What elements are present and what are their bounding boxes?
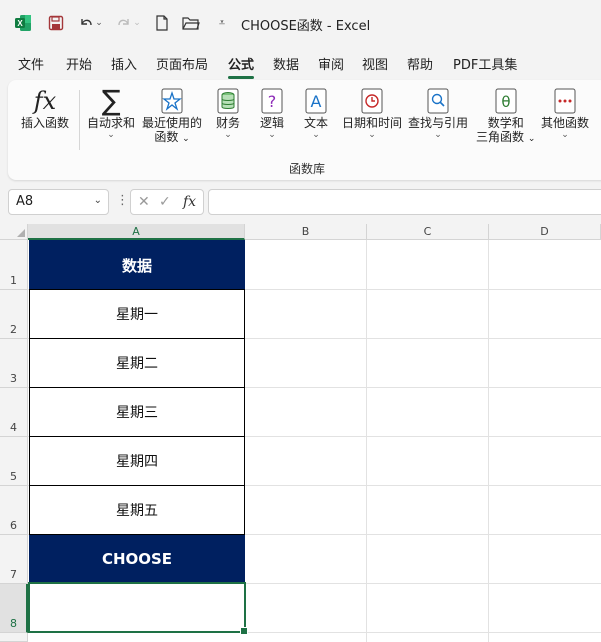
svg-text:θ: θ — [501, 93, 510, 111]
name-box[interactable]: A8 ⌄ — [8, 189, 109, 215]
select-all-button[interactable] — [0, 224, 28, 240]
svg-text:X: X — [17, 19, 23, 28]
tab-page-layout[interactable]: 页面布局 — [156, 54, 208, 73]
row-header-3[interactable]: 3 — [0, 339, 28, 388]
insert-function-button[interactable]: fx 插入函数 — [21, 86, 69, 130]
tab-formulas[interactable]: 公式 — [228, 54, 255, 79]
window-title: CHOOSE函数 - Excel — [241, 19, 371, 34]
column-header-a[interactable]: A — [28, 224, 245, 240]
text-button[interactable]: A 文本 ⌄ — [304, 86, 328, 140]
row-header-1[interactable]: 1 — [0, 240, 28, 290]
chevron-down-icon: ⌄ — [224, 130, 232, 140]
math-trig-button[interactable]: θ 数学和 三角函数 ⌄ — [476, 86, 535, 146]
cell-a4[interactable]: 星期三 — [29, 387, 245, 437]
cell-a5[interactable]: 星期四 — [29, 436, 245, 486]
coins-icon — [217, 86, 239, 116]
formula-input[interactable] — [208, 189, 601, 215]
question-icon: ? — [261, 86, 283, 116]
enter-icon[interactable]: ✓ — [159, 194, 171, 210]
tab-review[interactable]: 审阅 — [318, 54, 344, 73]
gridline — [366, 240, 367, 642]
ribbon-separator — [79, 90, 80, 150]
column-header-b[interactable]: B — [245, 224, 367, 240]
chevron-down-icon: ⌄ — [368, 130, 376, 140]
tab-view[interactable]: 视图 — [362, 54, 388, 73]
open-folder-icon[interactable] — [181, 13, 201, 33]
row-header-9[interactable] — [0, 633, 28, 642]
function-icon: fx — [33, 87, 57, 115]
logical-button[interactable]: ? 逻辑 ⌄ — [260, 86, 284, 140]
tab-file[interactable]: 文件 — [18, 54, 44, 73]
text-icon: A — [305, 86, 327, 116]
date-time-button[interactable]: 日期和时间 ⌄ — [342, 86, 402, 140]
tab-insert[interactable]: 插入 — [111, 54, 137, 73]
more-functions-button[interactable]: 其他函数 ⌄ — [541, 86, 589, 140]
more-options-icon[interactable]: ⋮ — [116, 193, 129, 208]
gridline — [488, 240, 489, 642]
magnifier-icon — [427, 86, 449, 116]
chevron-down-icon: ⌄ — [268, 130, 276, 140]
undo-dropdown-icon[interactable]: ⌄ — [94, 13, 104, 33]
column-header-c[interactable]: C — [367, 224, 489, 240]
recently-used-button[interactable]: 最近使用的 函数 ⌄ — [142, 86, 202, 146]
ribbon-tabs: 文件 开始 插入 页面布局 公式 数据 审阅 视图 帮助 PDF工具集 — [0, 46, 601, 80]
cell-a2[interactable]: 星期一 — [29, 289, 245, 339]
excel-logo-icon: X — [15, 15, 31, 31]
chevron-down-icon: ⌄ — [182, 134, 190, 144]
chevron-down-icon: ⌄ — [527, 134, 536, 144]
chevron-down-icon: ⌄ — [312, 130, 320, 140]
insert-function-icon[interactable]: fx — [183, 194, 196, 210]
save-icon[interactable] — [46, 13, 66, 33]
redo-dropdown-icon: ⌄ — [133, 18, 141, 28]
new-file-icon[interactable] — [152, 13, 172, 33]
financial-button[interactable]: 财务 ⌄ — [216, 86, 240, 140]
name-box-value: A8 — [16, 194, 34, 209]
row-header-4[interactable]: 4 — [0, 388, 28, 437]
clock-icon — [361, 86, 383, 116]
cell-a3[interactable]: 星期二 — [29, 338, 245, 388]
tab-data[interactable]: 数据 — [273, 54, 299, 73]
chevron-down-icon[interactable]: ⌄ — [94, 195, 102, 206]
formula-buttons: ✕ ✓ fx — [130, 189, 204, 215]
star-icon — [161, 86, 183, 116]
theta-icon: θ — [495, 86, 517, 116]
worksheet-grid[interactable]: A B C D 1 2 3 4 5 6 7 8 数据 星期一 星期二 星期三 星… — [0, 224, 601, 642]
lookup-reference-button[interactable]: 查找与引用 ⌄ — [408, 86, 468, 140]
sigma-icon: ∑ — [101, 84, 121, 117]
column-header-d[interactable]: D — [489, 224, 601, 240]
row-header-5[interactable]: 5 — [0, 437, 28, 486]
title-bar: X ⌄ ⌄ ⩡ CHOOSE函数 - Excel — [0, 0, 601, 46]
chevron-down-icon: ⌄ — [107, 130, 115, 140]
cancel-icon[interactable]: ✕ — [138, 194, 150, 210]
ribbon-formulas: fx 插入函数 ∑ 自动求和 ⌄ 最近使用的 函数 ⌄ 财务 ⌄ ? 逻辑 ⌄ … — [8, 80, 601, 180]
more-functions-icon — [554, 86, 576, 116]
row-header-2[interactable]: 2 — [0, 290, 28, 339]
tab-help[interactable]: 帮助 — [407, 54, 433, 73]
autosum-button[interactable]: ∑ 自动求和 ⌄ — [87, 84, 135, 141]
svg-text:A: A — [311, 92, 322, 111]
tab-home[interactable]: 开始 — [66, 54, 92, 73]
chevron-down-icon: ⌄ — [434, 130, 442, 140]
cell-a1[interactable]: 数据 — [29, 240, 245, 290]
svg-text:?: ? — [268, 92, 277, 111]
customize-toolbar-icon[interactable]: ⩡ — [212, 13, 232, 33]
tab-pdf-tools[interactable]: PDF工具集 — [453, 54, 517, 73]
row-header-6[interactable]: 6 — [0, 486, 28, 535]
active-cell-a8[interactable] — [28, 582, 248, 635]
cell-a6[interactable]: 星期五 — [29, 485, 245, 535]
row-header-8[interactable]: 8 — [0, 584, 28, 633]
undo-icon[interactable] — [76, 13, 96, 33]
redo-icon — [114, 13, 134, 33]
group-label-function-library: 函数库 — [289, 162, 326, 176]
row-header-7[interactable]: 7 — [0, 535, 28, 584]
chevron-down-icon: ⌄ — [561, 130, 569, 140]
cell-a7[interactable]: CHOOSE — [29, 535, 245, 583]
